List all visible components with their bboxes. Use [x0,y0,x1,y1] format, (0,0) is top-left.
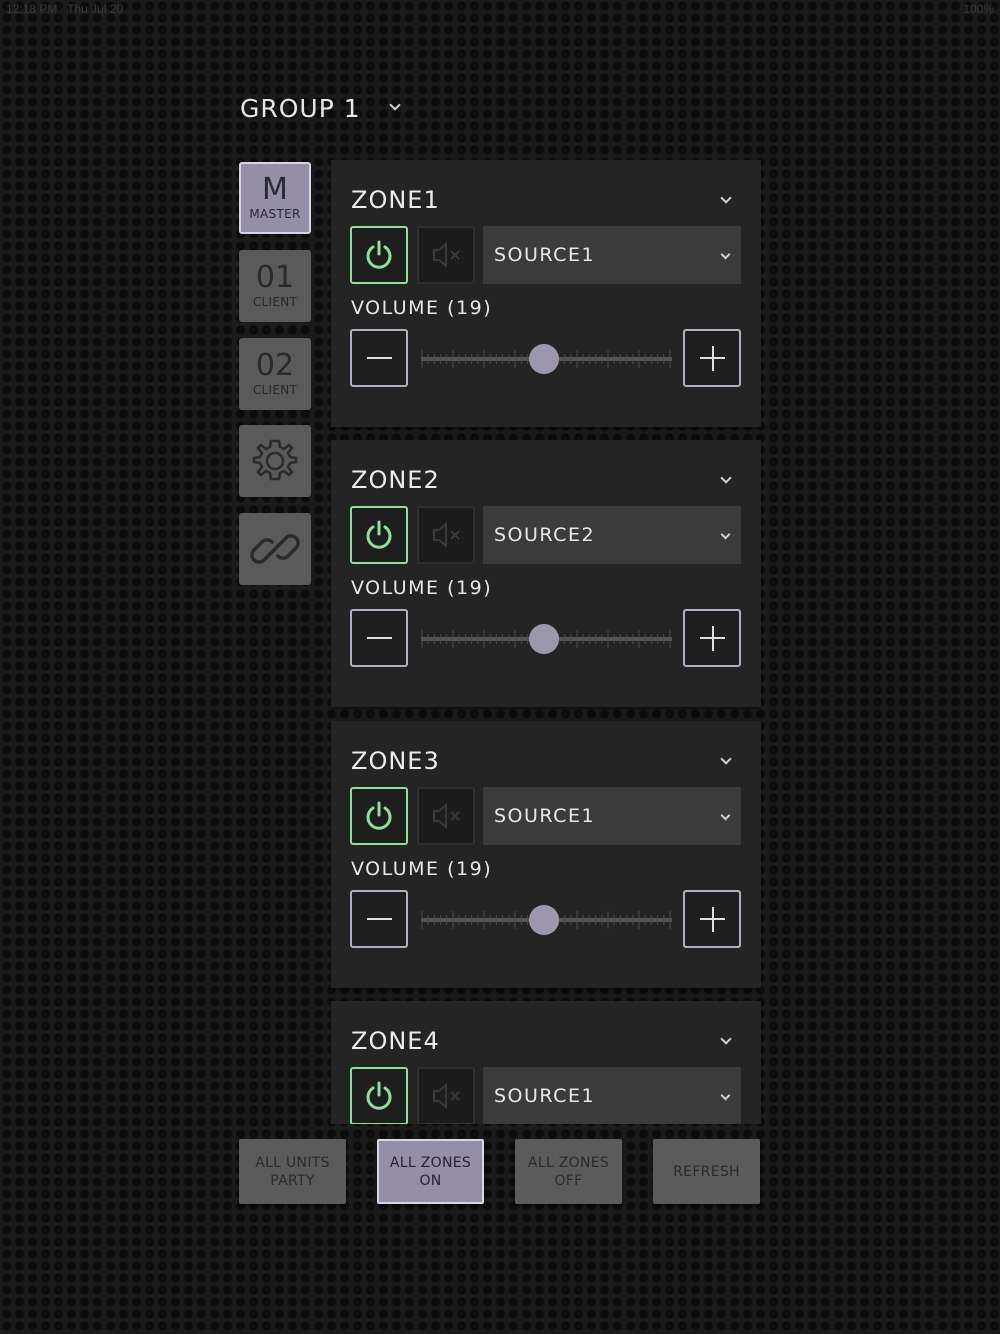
status-date: Thu Jul 20 [67,2,124,16]
source-label: SOURCE1 [494,1085,596,1107]
all-zones-on-button[interactable]: ALL ZONES ON [377,1139,484,1204]
unit-number: 02 [255,348,295,383]
source-select[interactable]: SOURCE1 [483,1067,741,1124]
speaker-mute-icon [433,802,460,830]
volume-up-button[interactable] [683,890,741,948]
zone-title: ZONE4 [351,1027,440,1055]
chevron-down-icon [720,249,731,260]
volume-slider[interactable] [419,624,674,654]
power-button[interactable] [350,506,408,564]
source-select[interactable]: SOURCE1 [483,226,741,284]
all-units-party-button[interactable]: ALL UNITS PARTY [239,1139,346,1204]
button-label: ALL ZONES OFF [527,1154,610,1189]
chevron-down-icon[interactable] [720,753,732,765]
zone-card: ZONE1 SOURCE1 VOLUME (19) [331,160,761,427]
link-button[interactable] [239,513,311,585]
group-selector[interactable]: GROUP 1 [240,90,401,126]
zone-card: ZONE2 SOURCE2 VOLUME (19) [331,440,761,707]
button-label: REFRESH [673,1163,740,1180]
power-button[interactable] [350,1067,408,1124]
volume-down-button[interactable] [350,609,408,667]
volume-label: VOLUME (19) [351,297,493,319]
source-select[interactable]: SOURCE1 [483,787,741,845]
volume-label: VOLUME (19) [351,577,493,599]
power-icon [366,240,392,269]
minus-icon [367,637,392,639]
volume-slider[interactable] [419,344,674,374]
all-zones-off-button[interactable]: ALL ZONES OFF [515,1139,622,1204]
plus-icon-bar [711,907,714,932]
power-button[interactable] [350,787,408,845]
speaker-mute-icon [433,1082,460,1110]
link-icon [250,534,300,564]
mute-button[interactable] [417,787,475,845]
zone-title: ZONE3 [351,747,440,775]
power-button[interactable] [350,226,408,284]
speaker-mute-icon [433,521,460,549]
unit-role: MASTER [249,207,301,221]
volume-up-button[interactable] [683,329,741,387]
unit-button-master[interactable]: M MASTER [239,162,311,234]
status-bar: 12:18 PM Thu Jul 20 100% [6,2,994,18]
source-label: SOURCE1 [494,805,596,827]
source-label: SOURCE1 [494,244,596,266]
power-icon [366,520,392,549]
volume-label: VOLUME (19) [351,858,493,880]
minus-icon [367,918,392,920]
mute-button[interactable] [417,506,475,564]
volume-slider[interactable] [419,905,674,935]
speaker-mute-icon [433,241,460,269]
zone-title: ZONE2 [351,466,440,494]
chevron-down-icon [388,99,401,111]
zone-card: ZONE3 SOURCE1 VOLUME (19) [331,721,761,988]
unit-button-client-02[interactable]: 02 CLIENT [239,338,311,410]
unit-button-client-01[interactable]: 01 CLIENT [239,250,311,322]
mute-button[interactable] [417,226,475,284]
chevron-down-icon [720,1090,731,1101]
mute-button[interactable] [417,1067,475,1124]
refresh-button[interactable]: REFRESH [653,1139,760,1204]
status-time-date: 12:18 PM Thu Jul 20 [6,2,123,16]
source-select[interactable]: SOURCE2 [483,506,741,564]
chevron-down-icon[interactable] [720,472,732,484]
group-title: GROUP 1 [240,93,361,123]
minus-icon [367,357,392,359]
settings-button[interactable] [239,425,311,497]
plus-icon-bar [711,346,714,371]
unit-role: CLIENT [252,383,298,397]
zones-list[interactable]: ZONE1 SOURCE1 VOLUME (19) ZONE2 SOURCE2 VOLUM… [331,160,761,1124]
chevron-down-icon[interactable] [720,192,732,204]
gear-icon [252,439,298,481]
button-label: ALL ZONES ON [389,1154,472,1189]
unit-number: M [262,172,288,207]
status-battery: 100% [963,2,994,16]
status-time: 12:18 PM [6,2,58,16]
zone-title: ZONE1 [351,186,440,214]
source-label: SOURCE2 [494,524,596,546]
power-icon [366,801,392,830]
zone-card: ZONE4SOURCE1VOLUME (19) [331,1001,761,1124]
button-label: ALL UNITS PARTY [255,1154,330,1189]
power-icon [366,1081,392,1110]
volume-down-button[interactable] [350,329,408,387]
chevron-down-icon[interactable] [720,1033,732,1045]
volume-up-button[interactable] [683,609,741,667]
volume-down-button[interactable] [350,890,408,948]
chevron-down-icon [720,529,731,540]
chevron-down-icon [720,810,731,821]
unit-role: CLIENT [252,295,298,309]
unit-number: 01 [255,260,295,295]
plus-icon-bar [711,626,714,651]
